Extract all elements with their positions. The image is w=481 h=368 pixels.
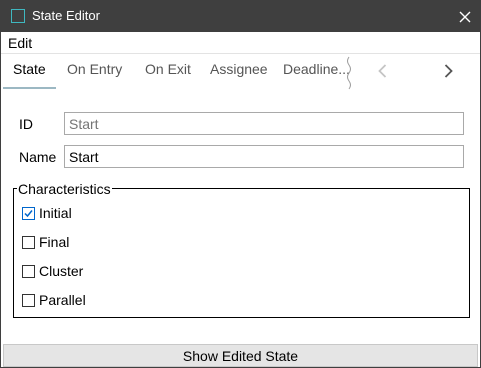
name-label: Name — [19, 149, 57, 165]
final-checkbox[interactable] — [22, 236, 35, 249]
active-tab-indicator — [3, 87, 56, 89]
state-editor-window: State Editor Edit State On Entry On Exit… — [0, 0, 481, 368]
title-bar[interactable]: State Editor — [1, 1, 480, 32]
close-button[interactable] — [449, 1, 480, 32]
chevron-left-icon — [378, 64, 387, 78]
show-edited-state-button[interactable]: Show Edited State — [3, 344, 478, 367]
initial-label: Initial — [39, 205, 72, 221]
tab-scroll-left-button[interactable] — [375, 63, 391, 79]
window-title: State Editor — [32, 8, 100, 23]
id-label: ID — [19, 116, 33, 132]
tab-on-entry[interactable]: On Entry — [67, 61, 122, 85]
characteristics-legend: Characteristics — [17, 181, 112, 197]
tab-deadline[interactable]: Deadline... — [283, 61, 350, 85]
app-icon — [11, 9, 25, 23]
tab-on-exit[interactable]: On Exit — [145, 61, 191, 85]
parallel-label: Parallel — [39, 292, 86, 308]
menu-bar: Edit — [1, 32, 480, 54]
chevron-right-icon — [444, 64, 453, 78]
tab-overflow-edge — [347, 56, 351, 90]
tab-bar: State On Entry On Exit Assignee Deadline… — [1, 55, 480, 91]
final-label: Final — [39, 234, 70, 250]
tab-assignee[interactable]: Assignee — [210, 61, 268, 85]
close-icon — [459, 11, 470, 22]
id-field[interactable] — [64, 112, 464, 135]
parallel-checkbox[interactable] — [22, 294, 35, 307]
initial-checkbox[interactable] — [22, 207, 35, 220]
cluster-label: Cluster — [39, 263, 84, 279]
cluster-checkbox[interactable] — [22, 265, 35, 278]
tab-scroll-right-button[interactable] — [440, 63, 456, 79]
checkmark-icon — [24, 210, 33, 218]
name-field[interactable] — [64, 145, 464, 168]
menu-edit[interactable]: Edit — [8, 35, 32, 51]
tab-state[interactable]: State — [13, 61, 46, 85]
